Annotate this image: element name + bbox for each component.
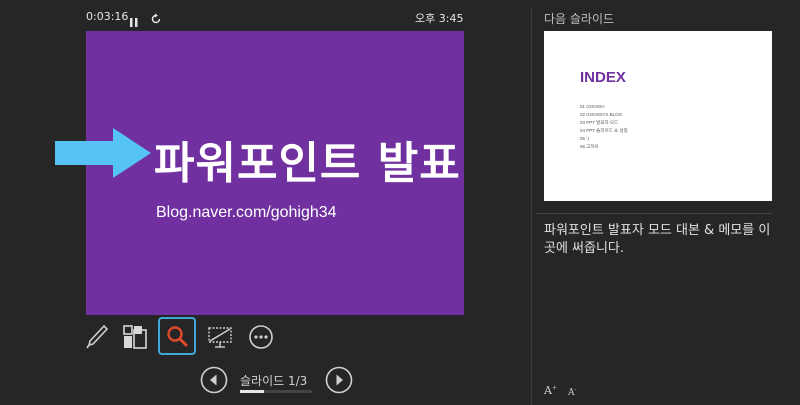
zoom-icon[interactable] [158, 317, 196, 355]
next-slide-title: INDEX [580, 69, 626, 86]
reset-timer-icon[interactable] [150, 10, 162, 24]
panel-divider [531, 8, 532, 405]
laser-arrow-icon [55, 128, 151, 178]
notes-separator [536, 213, 772, 214]
increase-font-label: A [544, 384, 552, 397]
list-item: 04 PPT 슬라이드 쇼 설정 [580, 128, 628, 133]
slide-progress-fill [240, 390, 264, 393]
list-item: 06 고하이 [580, 144, 599, 149]
speaker-notes[interactable]: 파워포인트 발표자 모드 대본 & 메모를 이곳에 써줍니다. [544, 222, 772, 258]
next-slide-icon[interactable] [325, 366, 353, 394]
slide-counter: 슬라이드 1/3 [240, 372, 307, 389]
list-item: 05 :) [580, 136, 590, 141]
black-screen-icon[interactable] [203, 320, 237, 354]
list-item: 03 PPT 발표자 모드 [580, 120, 619, 125]
see-all-slides-icon[interactable] [118, 320, 152, 354]
pause-icon[interactable] [130, 12, 138, 27]
decrease-font-button[interactable]: A- [568, 386, 577, 398]
increase-font-button[interactable]: A+ [544, 384, 557, 397]
list-item: 02 GOHIGH'S BLOG [580, 112, 623, 117]
next-slide-preview[interactable]: INDEX 01 GOHIGH 02 GOHIGH'S BLOG 03 PPT … [544, 31, 772, 201]
slide-counter-value: 1/3 [288, 374, 308, 388]
next-slide-index-list: 01 GOHIGH 02 GOHIGH'S BLOG 03 PPT 발표자 모드… [580, 103, 628, 151]
more-options-icon[interactable] [244, 320, 278, 354]
elapsed-timer: 0:03:16 [86, 10, 129, 23]
list-item: 01 GOHIGH [580, 104, 605, 109]
previous-slide-icon[interactable] [200, 366, 228, 394]
next-slide-label: 다음 슬라이드 [544, 12, 615, 26]
system-clock: 오후 3:45 [415, 12, 464, 25]
slide-title: 파워포인트 발표 [154, 138, 461, 189]
slide-subtitle: Blog.naver.com/gohigh34 [156, 204, 337, 221]
slide-counter-label: 슬라이드 [240, 374, 285, 388]
pen-icon[interactable] [80, 320, 114, 354]
